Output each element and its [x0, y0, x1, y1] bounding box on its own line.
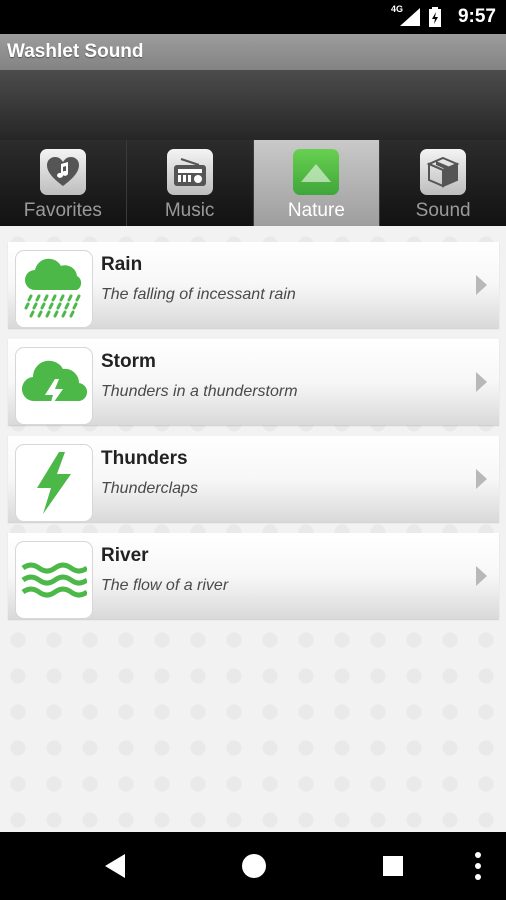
- list-item-thunders[interactable]: Thunders Thunderclaps: [8, 436, 499, 522]
- chevron-right-icon: [476, 469, 487, 489]
- header-banner: [0, 70, 506, 140]
- tab-music[interactable]: Music: [127, 140, 254, 226]
- box-icon: [426, 156, 460, 188]
- item-subtitle: The falling of incessant rain: [101, 286, 296, 303]
- sound-list: Rain The falling of incessant rain Storm…: [0, 226, 506, 832]
- lightning-icon: [37, 452, 71, 514]
- item-title: Storm: [101, 351, 156, 372]
- item-subtitle: Thunders in a thunderstorm: [101, 383, 298, 400]
- mountain-icon: [301, 164, 332, 182]
- more-options-icon[interactable]: [475, 852, 481, 880]
- clock: 9:57: [457, 6, 496, 27]
- item-title: Rain: [101, 254, 143, 275]
- storm-cloud-icon: [22, 360, 87, 409]
- item-title: River: [101, 545, 149, 566]
- radio-icon: [173, 158, 206, 186]
- battery-icon: [429, 7, 441, 27]
- recents-icon[interactable]: [383, 856, 403, 876]
- app-title: Washlet Sound: [7, 41, 144, 62]
- tab-favorites[interactable]: Favorites: [0, 140, 127, 226]
- tab-nature[interactable]: Nature: [253, 140, 381, 226]
- system-nav-bar: [0, 832, 506, 900]
- category-tabs: Favorites Music Nature Sound: [0, 140, 506, 226]
- tab-sound[interactable]: Sound: [380, 140, 506, 226]
- item-subtitle: Thunderclaps: [101, 480, 198, 497]
- item-subtitle: The flow of a river: [101, 577, 229, 594]
- chevron-right-icon: [476, 372, 487, 392]
- home-icon[interactable]: [242, 854, 266, 878]
- signal-icon: [400, 8, 420, 26]
- back-icon[interactable]: [103, 854, 127, 878]
- item-title: Thunders: [101, 448, 188, 469]
- status-bar: 4G 9:57: [0, 0, 506, 34]
- list-item-river[interactable]: River The flow of a river: [8, 533, 499, 619]
- list-item-rain[interactable]: Rain The falling of incessant rain: [8, 242, 499, 328]
- rain-cloud-icon: [24, 258, 82, 318]
- chevron-right-icon: [476, 275, 487, 295]
- chevron-right-icon: [476, 566, 487, 586]
- list-item-storm[interactable]: Storm Thunders in a thunderstorm: [8, 339, 499, 425]
- title-bar: Washlet Sound: [0, 34, 506, 70]
- heart-music-icon: [46, 157, 79, 186]
- waves-icon: [21, 562, 87, 598]
